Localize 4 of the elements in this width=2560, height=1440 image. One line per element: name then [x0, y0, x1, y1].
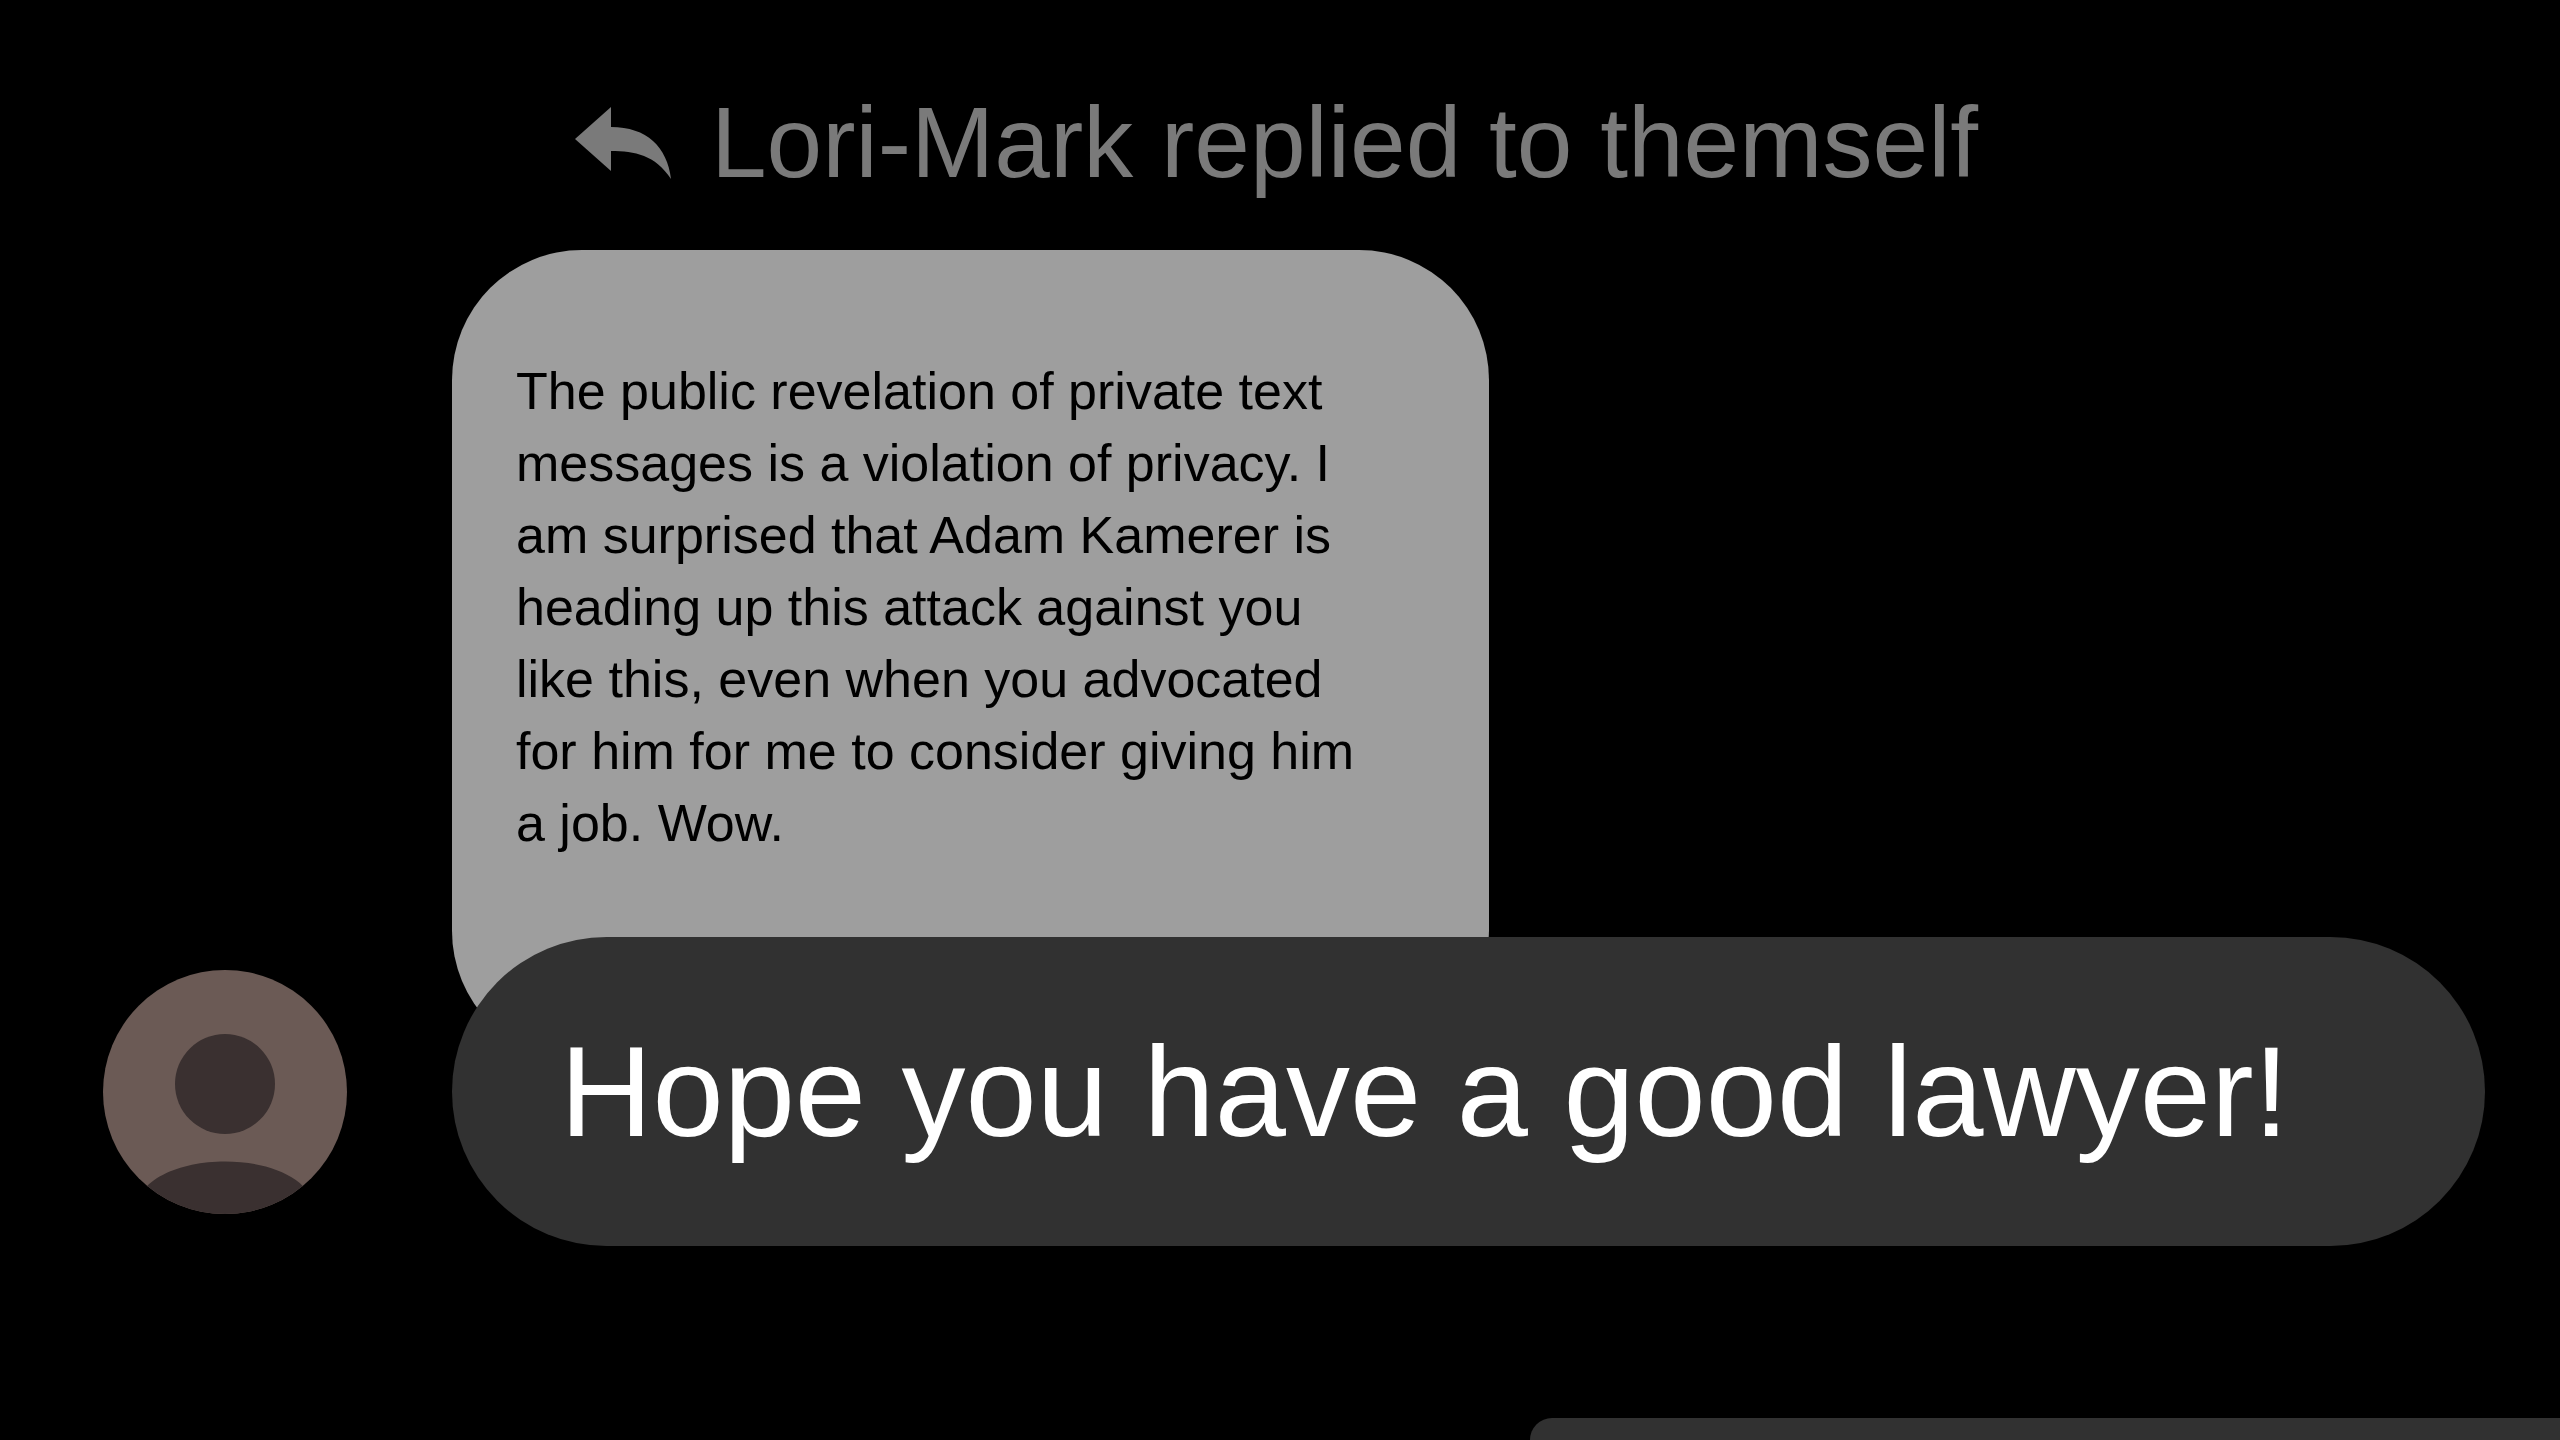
quoted-message-text: The public revelation of private text messages is a violation of privacy. I am surprised that Adam Kamerer is heading up this attack against you like this, even when you advocated for him for me to consider giving him a job. Wow. [516, 361, 1356, 854]
reply-header: Lori-Mark replied to themself [711, 85, 1979, 200]
message-text: Hope you have a good lawyer! [560, 1018, 2290, 1165]
reply-icon [575, 106, 671, 179]
